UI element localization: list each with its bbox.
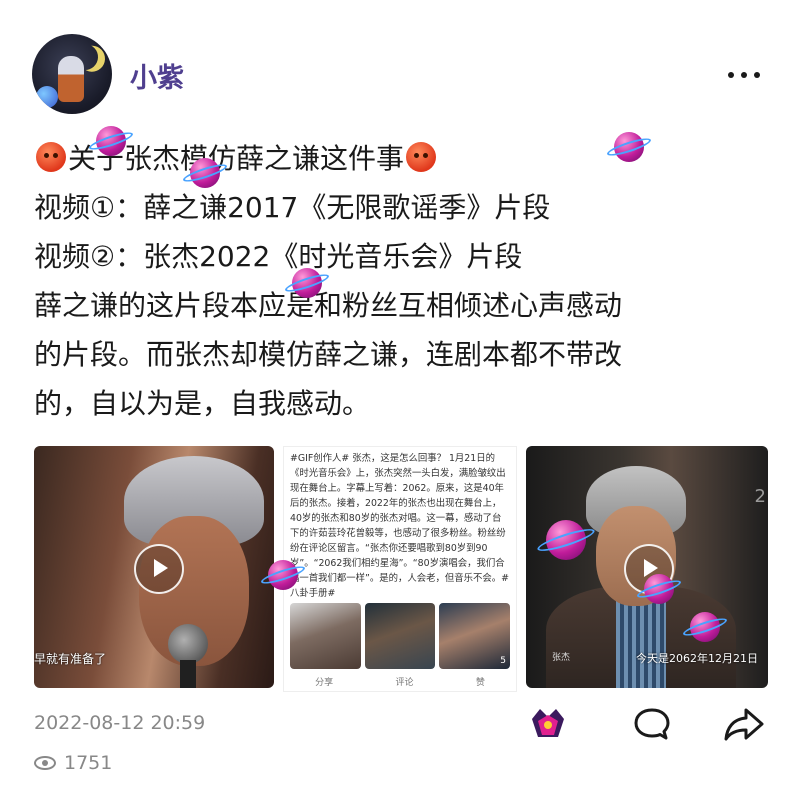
post-line-title: 关于张杰模仿薛之谦这件事 <box>34 134 774 183</box>
photo-count: 5 <box>500 656 507 666</box>
angry-face-icon <box>406 142 437 172</box>
microphone-icon <box>168 624 208 664</box>
photo-thumb <box>364 603 436 669</box>
post-line: 视频①：薛之谦2017《无限歌谣季》片段 <box>34 191 551 224</box>
share-icon[interactable] <box>722 704 766 744</box>
photo-thumb <box>290 603 361 669</box>
avatar-figure <box>58 56 84 102</box>
planet-sticker-icon <box>96 126 126 156</box>
screenshot-photo-strip: 5 <box>290 603 511 669</box>
comment-action-label: 评论 <box>395 678 414 688</box>
share-action-label: 分享 <box>315 678 334 688</box>
comment-icon[interactable] <box>632 704 672 744</box>
eye-icon <box>34 756 56 770</box>
planet-sticker-icon <box>644 574 674 604</box>
video-caption: 早就有准备了 <box>34 652 107 666</box>
planet-sticker-icon <box>546 520 586 560</box>
video-thumbnail-1[interactable]: 早就有准备了 <box>34 446 274 688</box>
avatar[interactable] <box>32 34 112 114</box>
video-thumbnail-2[interactable]: 2 张杰 今天是2062年12月21日 <box>526 446 768 688</box>
screenshot-text: #GIF创作人# 张杰，这是怎么回事？ 1月21日的《时光音乐会》上，张杰突然一… <box>290 453 509 599</box>
video-subtitle: 今天是2062年12月21日 <box>636 652 758 665</box>
username[interactable]: 小紫 <box>130 56 184 95</box>
angry-face-icon <box>36 142 66 172</box>
planet-sticker-icon <box>614 132 644 162</box>
view-count: 1751 <box>34 752 112 774</box>
corner-number: 2 <box>754 486 766 507</box>
crown-badge-icon[interactable] <box>528 705 568 741</box>
photo-thumb: 5 <box>439 603 511 669</box>
planet-sticker-icon <box>690 612 720 642</box>
planet-sticker-icon <box>292 268 322 298</box>
post-timestamp: 2022-08-12 20:59 <box>34 712 206 734</box>
planet-sticker-icon <box>190 158 220 188</box>
more-options-icon[interactable] <box>728 68 768 82</box>
play-icon[interactable] <box>134 544 184 594</box>
view-count-value: 1751 <box>64 752 113 774</box>
screenshot-thumbnail[interactable]: #GIF创作人# 张杰，这是怎么回事？ 1月21日的《时光音乐会》上，张杰突然一… <box>283 446 517 692</box>
name-tag: 张杰 <box>552 653 571 663</box>
post-line: 的片段。而张杰却模仿薛之谦，连剧本都不带改 <box>34 338 623 371</box>
planet-sticker-icon <box>268 560 298 590</box>
screenshot-actions: 分享 评论 赞 <box>284 675 516 688</box>
post-line: 视频②：张杰2022《时光音乐会》片段 <box>34 240 523 273</box>
post-body: 关于张杰模仿薛之谦这件事 视频①：薛之谦2017《无限歌谣季》片段 视频②：张杰… <box>34 134 774 428</box>
post-line: 薛之谦的这片段本应是和粉丝互相倾述心声感动 <box>34 289 623 322</box>
planet-decoration <box>36 86 58 108</box>
like-action-label: 赞 <box>475 678 485 688</box>
post-line: 的，自以为是，自我感动。 <box>34 387 371 420</box>
